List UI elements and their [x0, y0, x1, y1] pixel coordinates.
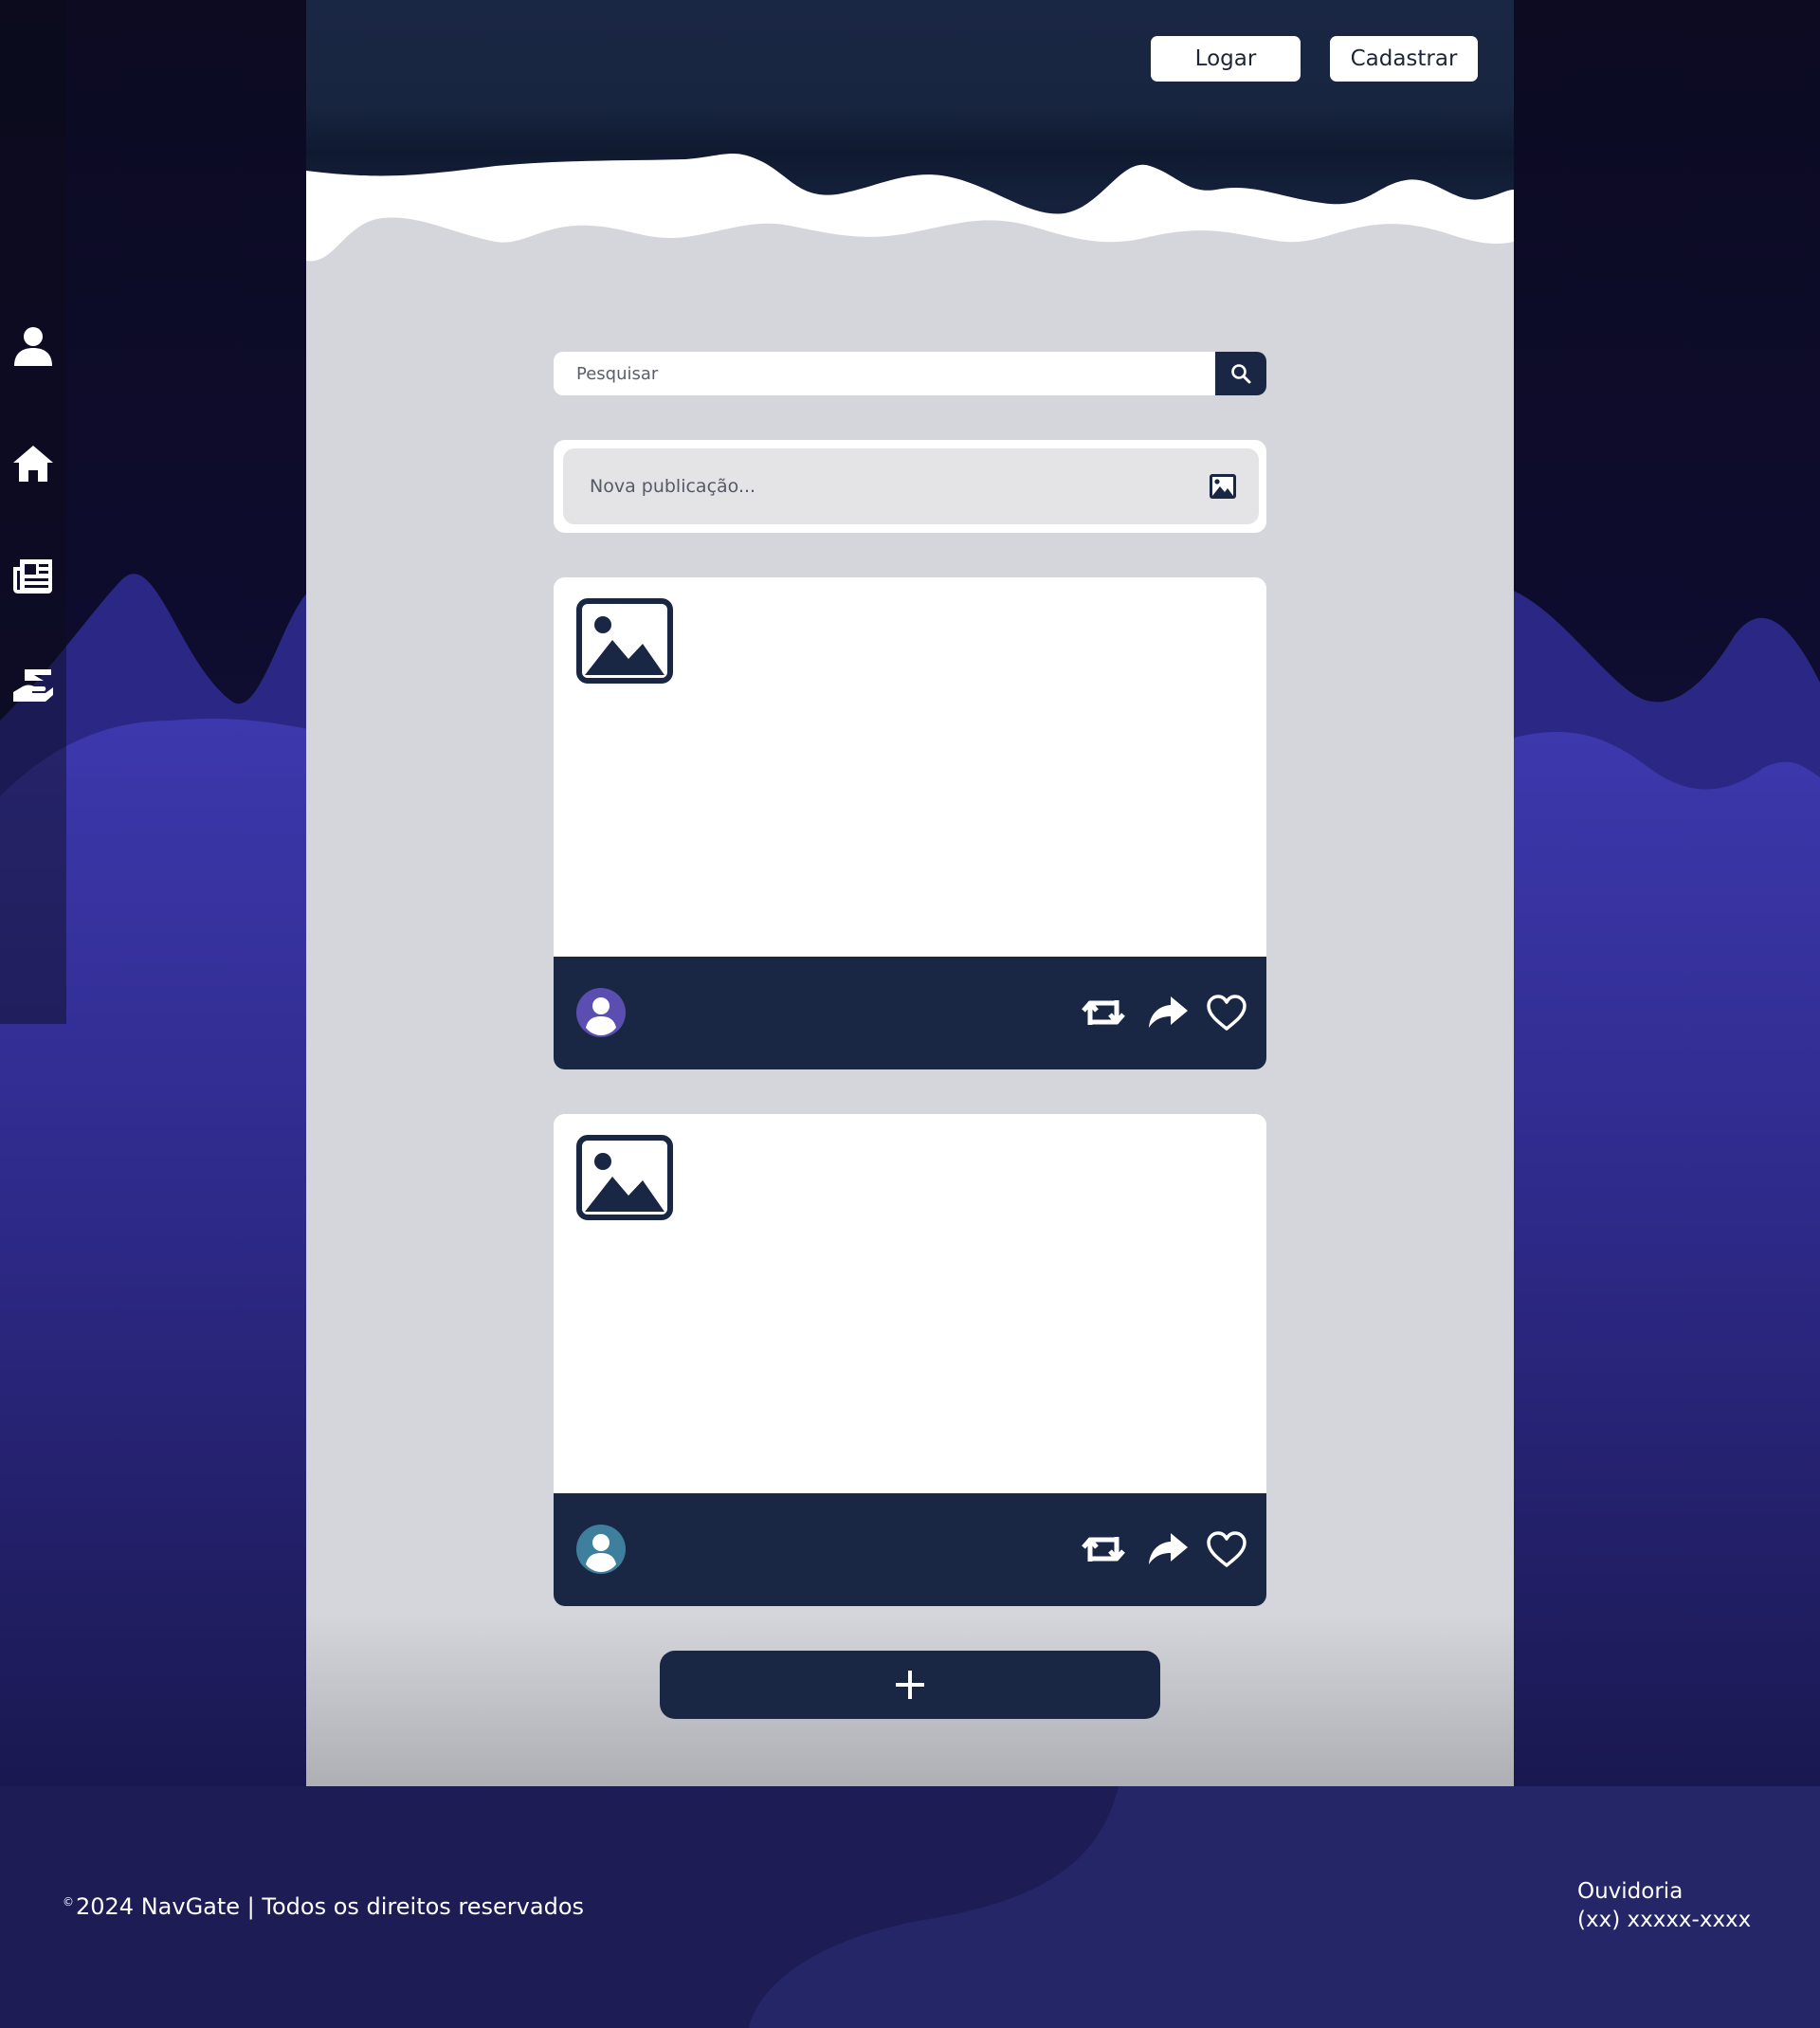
plus-icon [896, 1671, 924, 1699]
post-card [554, 1114, 1266, 1606]
share-button[interactable] [1145, 1529, 1191, 1569]
copyright-text: 2024 NavGate | Todos os direitos reserva… [76, 1893, 585, 1920]
user-icon [14, 327, 52, 366]
retweet-icon [1082, 1537, 1125, 1562]
search-bar [554, 352, 1266, 395]
avatar[interactable] [576, 988, 626, 1037]
like-button[interactable] [1204, 993, 1249, 1032]
search-button[interactable] [1215, 352, 1266, 395]
home-icon [13, 446, 53, 482]
post-card [554, 577, 1266, 1069]
image-placeholder-icon [576, 598, 673, 684]
repost-button[interactable] [1081, 1529, 1126, 1569]
search-icon [1231, 364, 1251, 384]
share-icon [1149, 996, 1188, 1028]
image-icon[interactable] [1208, 471, 1238, 502]
heart-icon [1207, 1531, 1247, 1567]
avatar[interactable] [576, 1525, 626, 1574]
like-button[interactable] [1204, 1529, 1249, 1569]
add-post-button[interactable] [660, 1651, 1160, 1719]
post-actions-bar [554, 1493, 1266, 1606]
post-image[interactable] [554, 577, 1266, 957]
header-wave [306, 153, 1514, 284]
sidebar-item-donations[interactable] [11, 664, 55, 707]
share-icon [1149, 1533, 1188, 1564]
signup-button[interactable]: Cadastrar [1330, 36, 1478, 82]
footer: ©2024 NavGate | Todos os direitos reserv… [0, 1786, 1820, 2028]
search-input[interactable] [554, 352, 1217, 395]
retweet-icon [1082, 1000, 1125, 1025]
login-button[interactable]: Logar [1151, 36, 1301, 82]
new-post-input[interactable] [563, 448, 1189, 524]
sidebar-item-news[interactable] [11, 554, 55, 597]
image-placeholder-icon [576, 1135, 673, 1220]
new-post-composer [554, 440, 1266, 533]
share-button[interactable] [1145, 993, 1191, 1032]
newspaper-icon [13, 559, 52, 594]
post-image[interactable] [554, 1114, 1266, 1493]
main-panel: Logar Cadastrar [306, 0, 1514, 1786]
repost-button[interactable] [1081, 993, 1126, 1032]
panel-header: Logar Cadastrar [306, 0, 1514, 284]
ouvidoria-label: Ouvidoria [1577, 1879, 1684, 1904]
sidebar-item-profile[interactable] [11, 324, 55, 368]
sidebar-item-home[interactable] [11, 442, 55, 485]
hand-holding-icon [13, 669, 53, 702]
ouvidoria-phone: (xx) xxxxx-xxxx [1577, 1908, 1752, 1932]
copyright-symbol: © [63, 1895, 74, 1909]
composer-field [563, 448, 1259, 524]
heart-icon [1207, 995, 1247, 1031]
post-actions-bar [554, 957, 1266, 1069]
copyright: ©2024 NavGate | Todos os direitos reserv… [63, 1893, 584, 1920]
ouvidoria-contact: Ouvidoria (xx) xxxxx-xxxx [1577, 1877, 1751, 1934]
sidebar [0, 0, 66, 1024]
